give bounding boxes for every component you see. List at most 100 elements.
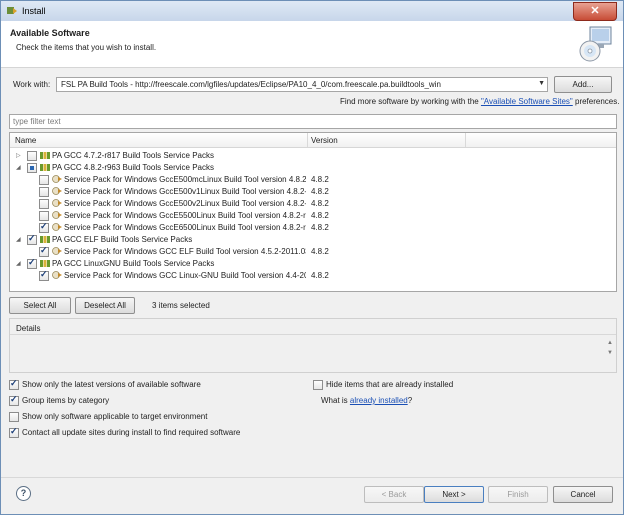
tree-row-version: 4.8.2 [311,187,329,196]
tree-row[interactable]: Service Pack for Windows GccE500mcLinux … [10,174,616,186]
banner: Available Software Check the items that … [1,21,623,68]
tree-row-version: 4.8.2 [311,271,329,280]
tree-row[interactable]: Service Pack for Windows GCC Linux-GNU B… [10,269,616,282]
work-with-value: FSL PA Build Tools - http://freescale.co… [61,80,441,89]
help-icon[interactable]: ? [16,486,31,501]
details-panel: Details ▲ ▼ [9,318,617,373]
tree-row-checkbox[interactable] [39,245,49,257]
deselect-all-button[interactable]: Deselect All [75,297,135,314]
plugin-icon [52,271,62,279]
tree-row-checkbox[interactable] [39,211,49,221]
filter-placeholder: type filter text [13,117,61,126]
tree-row[interactable]: Service Pack for Windows GccE500v1Linux … [10,186,616,198]
cancel-button[interactable]: Cancel [553,486,613,503]
tree-row-name: Service Pack for Windows GccE500mcLinux … [64,175,306,184]
contact-checkbox[interactable] [9,426,19,438]
installed-suffix: ? [407,396,413,405]
tree-row[interactable]: ◢ PA GCC ELF Build Tools Service Packs [10,233,616,246]
installed-prefix: What is [321,396,350,405]
tree-row-name: Service Pack for Windows GccE5500Linux B… [64,211,306,220]
tree-row[interactable]: ◢ PA GCC LinuxGNU Build Tools Service Pac… [10,257,616,270]
hide-installed-checkbox[interactable] [313,380,323,390]
category-icon [40,260,50,267]
install-cd-icon [579,26,612,62]
eclipse-install-icon [7,7,17,14]
plugin-icon [52,223,62,231]
tree-row-checkbox[interactable] [39,199,49,209]
installed-hint: What is already installed? [321,396,412,405]
category-icon [40,164,50,171]
column-separator[interactable] [465,133,466,147]
column-version[interactable]: Version [311,136,338,145]
tree-row-version: 4.8.2 [311,175,329,184]
tree-row-checkbox[interactable] [27,257,37,269]
details-divider [10,334,616,335]
category-icon [40,152,50,159]
finish-button[interactable]: Finish [488,486,548,503]
applicable-checkbox[interactable] [9,412,19,422]
expanded-twisty-icon[interactable]: ◢ [16,236,21,243]
already-installed-link[interactable]: already installed [350,396,408,405]
hint-prefix: Find more software by working with the [340,97,481,106]
install-window: Install ✕ Available Software Check the i… [0,0,624,515]
available-sites-hint: Find more software by working with the "… [340,97,619,106]
latest-checkbox[interactable] [9,378,19,390]
page-title: Available Software [10,28,90,38]
tree-row-name: Service Pack for Windows GCC ELF Build T… [64,247,306,256]
expanded-twisty-icon[interactable]: ◢ [16,260,21,267]
select-all-button[interactable]: Select All [9,297,71,314]
tree-row-checkbox[interactable] [27,233,37,245]
tree-row-checkbox[interactable] [27,151,37,161]
tree-row-name: Service Pack for Windows GccE6500Linux B… [64,223,306,232]
selection-status: 3 items selected [152,301,210,310]
tree-row-name: PA GCC LinuxGNU Build Tools Service Pack… [52,259,215,268]
work-with-label: Work with: [13,80,51,89]
next-button[interactable]: Next > [424,486,484,503]
page-description: Check the items that you wish to install… [16,43,157,52]
close-button[interactable]: ✕ [573,2,617,21]
tree-row-name: Service Pack for Windows GccE500v2Linux … [64,199,306,208]
group-checkbox[interactable] [9,394,19,406]
tree-row-checkbox[interactable] [27,163,37,173]
details-title: Details [16,324,41,333]
title-bar[interactable]: Install ✕ [1,1,623,21]
tree-row-version: 4.8.2 [311,223,329,232]
tree-row-checkbox[interactable] [39,221,49,233]
tree-row-version: 4.8.2 [311,211,329,220]
tree-row-name: PA GCC 4.7.2-r817 Build Tools Service Pa… [52,151,214,160]
filter-input[interactable]: type filter text [9,114,617,129]
tree-row-name: PA GCC 4.8.2-r963 Build Tools Service Pa… [52,163,214,172]
tree-row-checkbox[interactable] [39,269,49,281]
scroll-down-icon[interactable]: ▼ [607,350,613,356]
category-icon [40,236,50,243]
plugin-icon [52,247,62,255]
back-button[interactable]: < Back [364,486,424,503]
software-tree[interactable]: Name Version ▷ PA GCC 4.7.2-r817 Build To… [9,132,617,292]
work-with-combo[interactable]: FSL PA Build Tools - http://freescale.co… [56,77,548,92]
column-name[interactable]: Name [15,136,36,145]
hint-suffix: preferences. [572,97,620,106]
add-site-button[interactable]: Add... [554,76,612,93]
tree-row[interactable]: ◢ PA GCC 4.8.2-r963 Build Tools Service P… [10,162,616,174]
tree-row-checkbox[interactable] [39,187,49,197]
tree-row-checkbox[interactable] [39,175,49,185]
column-separator[interactable] [307,133,308,147]
scroll-up-icon[interactable]: ▲ [607,340,613,346]
tree-row[interactable]: Service Pack for Windows GCC ELF Build T… [10,245,616,258]
tree-row[interactable]: Service Pack for Windows GccE6500Linux B… [10,221,616,234]
plugin-icon [52,199,62,207]
window-title: Install [22,6,46,16]
tree-row[interactable]: Service Pack for Windows GccE5500Linux B… [10,210,616,222]
group-label: Group items by category [22,396,110,405]
tree-row-version: 4.8.2 [311,199,329,208]
available-sites-link[interactable]: "Available Software Sites" [481,97,573,106]
hide-installed-label: Hide items that are already installed [326,380,454,389]
expanded-twisty-icon[interactable]: ◢ [16,164,21,171]
contact-label: Contact all update sites during install … [22,428,241,437]
tree-row[interactable]: ▷ PA GCC 4.7.2-r817 Build Tools Service P… [10,150,616,162]
chevron-down-icon[interactable]: ▼ [538,80,545,87]
tree-row-name: PA GCC ELF Build Tools Service Packs [52,235,193,244]
tree-row[interactable]: Service Pack for Windows GccE500v2Linux … [10,198,616,210]
collapsed-twisty-icon[interactable]: ▷ [16,152,21,159]
tree-row-name: Service Pack for Windows GCC Linux-GNU B… [64,271,306,280]
